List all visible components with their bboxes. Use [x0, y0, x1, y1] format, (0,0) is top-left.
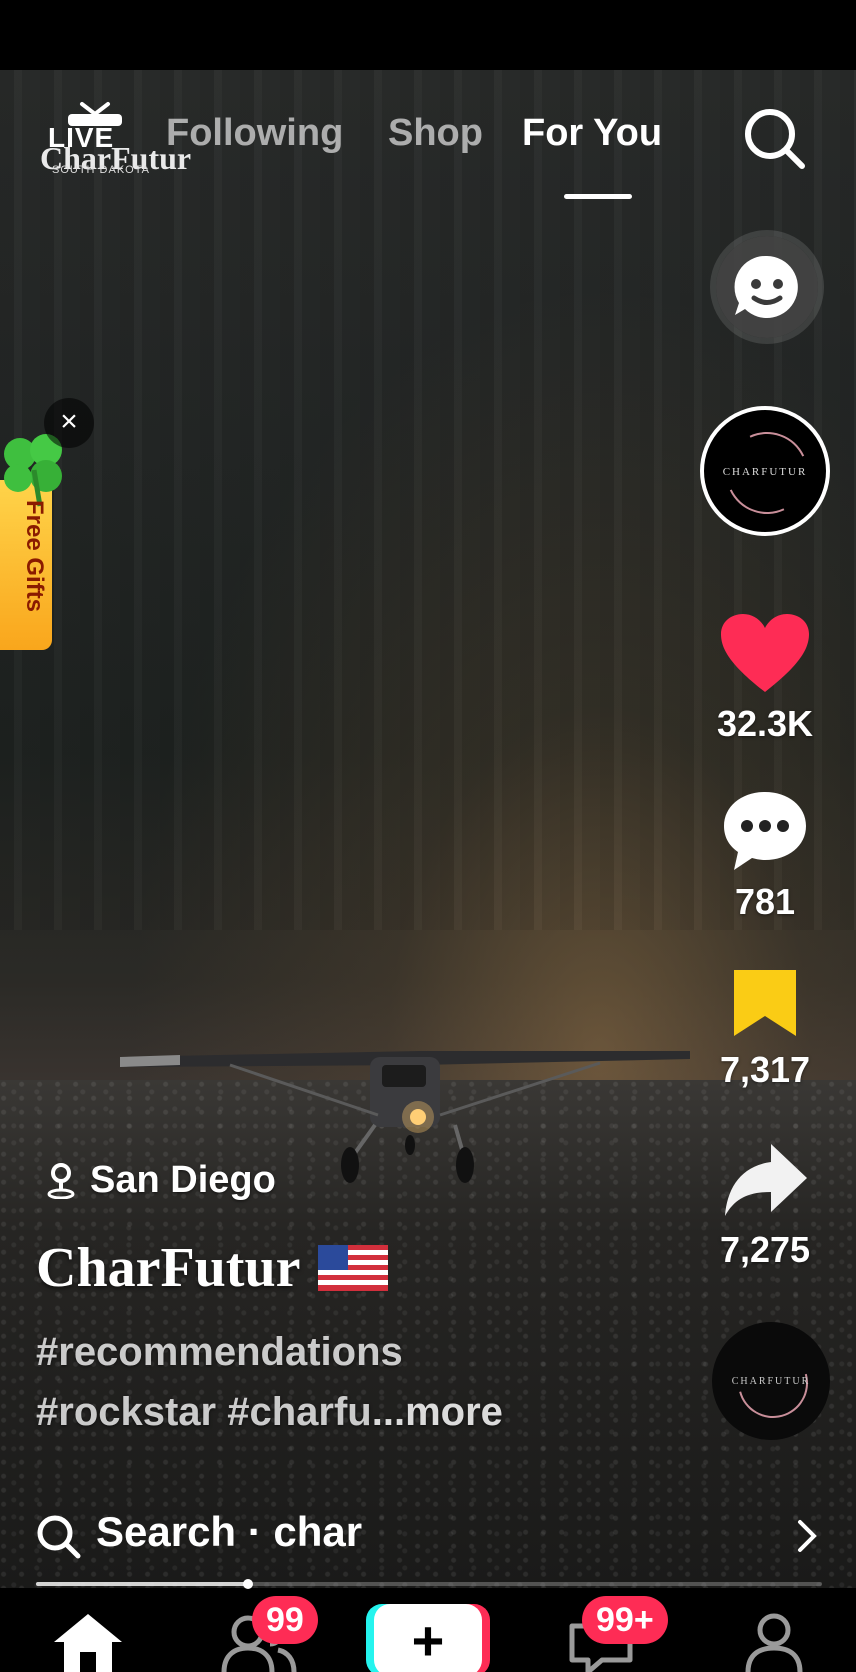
nav-profile[interactable] — [742, 1610, 806, 1672]
search-icon[interactable] — [740, 104, 810, 174]
bottom-navigation: 99 + 99+ — [0, 1590, 856, 1672]
profile-icon — [745, 1613, 803, 1672]
music-disc-text: CHARFUTUR — [731, 1376, 811, 1387]
free-gifts-label: Free Gifts — [21, 500, 48, 613]
share-icon — [725, 1144, 807, 1216]
video-progress-fill — [36, 1582, 249, 1586]
home-icon — [54, 1614, 122, 1672]
bookmark-icon — [734, 970, 796, 1036]
caption-line-2: #rockstar #charfu — [36, 1390, 372, 1434]
avatar-logo-text: CHARFUTUR — [722, 466, 808, 478]
video-progress-bar[interactable] — [36, 1579, 822, 1589]
tab-for-you[interactable]: For You — [522, 112, 662, 155]
share-count: 7,275 — [719, 1229, 811, 1270]
search-suggestion-label: Search · char — [96, 1508, 363, 1555]
tab-shop[interactable]: Shop — [388, 112, 483, 155]
share-button[interactable]: 7,275 — [690, 1140, 840, 1271]
status-bar — [0, 0, 856, 70]
location-tag[interactable]: San Diego — [46, 1155, 276, 1205]
location-label: San Diego — [90, 1158, 276, 1201]
friends-badge: 99 — [252, 1596, 318, 1644]
comment-count: 781 — [734, 881, 796, 922]
tab-following[interactable]: Following — [166, 112, 343, 155]
save-count: 7,317 — [719, 1049, 811, 1090]
feed-tabs: Following Shop For You — [0, 112, 856, 172]
active-tab-indicator — [564, 194, 632, 199]
search-icon — [37, 1515, 81, 1559]
create-button[interactable]: + — [366, 1604, 490, 1672]
comment-icon — [724, 792, 806, 870]
chat-bot-icon — [734, 255, 798, 318]
creator-username[interactable]: CharFutur — [36, 1236, 389, 1300]
close-promo-button[interactable]: × — [44, 398, 94, 448]
like-button[interactable]: 32.3K — [690, 612, 840, 745]
search-suggestion-bar[interactable]: Search · char — [0, 1500, 856, 1568]
nav-home[interactable] — [50, 1610, 126, 1672]
like-count: 32.3K — [716, 703, 814, 744]
save-button[interactable]: 7,317 — [690, 966, 840, 1091]
video-caption[interactable]: #recommendations #rockstar #charfu...mor… — [36, 1322, 676, 1442]
music-disc[interactable]: CHARFUTUR — [712, 1322, 830, 1440]
us-flag-icon — [318, 1245, 389, 1291]
location-pin-icon — [47, 1163, 75, 1199]
comment-button[interactable]: 781 — [690, 788, 840, 923]
ai-assistant-button[interactable] — [716, 236, 818, 338]
caption-line-1: #recommendations — [36, 1330, 403, 1374]
chevron-right-icon — [798, 1520, 817, 1552]
inbox-badge: 99+ — [582, 1596, 668, 1644]
free-gifts-promo[interactable]: Free Gifts — [0, 430, 62, 654]
plus-icon: + — [374, 1604, 482, 1672]
screen: LIVE CharFutur SOUTH DAKOTA Following Sh… — [0, 0, 856, 1672]
more-link[interactable]: ...more — [372, 1390, 503, 1434]
creator-avatar[interactable]: CHARFUTUR — [700, 406, 830, 536]
heart-icon — [721, 614, 809, 692]
username-label: CharFutur — [36, 1237, 301, 1299]
